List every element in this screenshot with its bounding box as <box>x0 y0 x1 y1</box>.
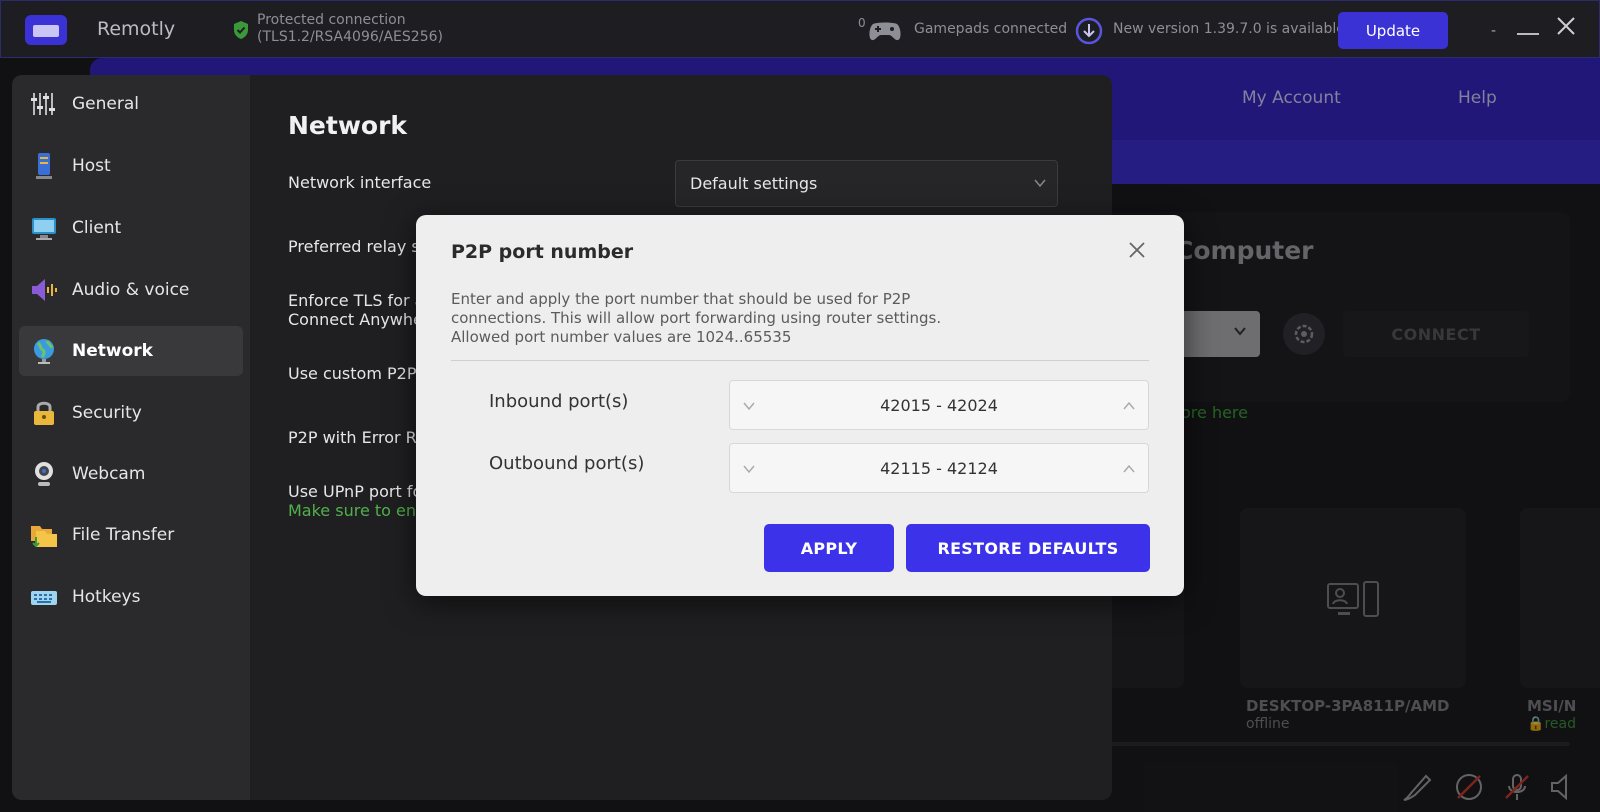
keyboard-icon <box>31 591 57 605</box>
sidebar-item-file-transfer[interactable]: File Transfer <box>19 510 243 560</box>
network-interface-label: Network interface <box>288 173 432 192</box>
network-interface-value: Default settings <box>690 174 818 193</box>
sliders-icon <box>31 93 55 115</box>
preferred-relay-label: Preferred relay s <box>288 237 420 256</box>
enforce-tls-label: Enforce TLS for a Connect Anywhe <box>288 291 425 329</box>
app-logo-icon <box>25 15 67 45</box>
gamepad-icon <box>869 22 901 41</box>
dialog-title: P2P port number <box>451 241 634 263</box>
sidebar-item-host[interactable]: Host <box>19 141 243 191</box>
minimize-button[interactable]: - <box>1491 23 1496 39</box>
chevron-down-icon[interactable] <box>742 399 756 413</box>
restore-defaults-button[interactable]: RESTORE DEFAULTS <box>906 524 1150 572</box>
sidebar-item-general[interactable]: General <box>19 79 243 129</box>
speaker-icon <box>32 279 57 301</box>
close-icon[interactable] <box>1129 242 1145 258</box>
chevron-down-icon[interactable] <box>742 462 756 476</box>
sidebar-item-audio-voice[interactable]: Audio & voice <box>19 265 243 315</box>
sidebar-item-label: Audio & voice <box>72 280 190 300</box>
sidebar-item-label: Security <box>72 403 142 423</box>
shield-check-icon <box>234 21 248 39</box>
p2p-port-dialog: P2P port number Enter and apply the port… <box>416 215 1184 596</box>
sidebar-item-label: Webcam <box>72 464 146 484</box>
dialog-description: Enter and apply the port number that sho… <box>451 290 942 346</box>
gamepads-count: 0 <box>858 16 866 30</box>
upnp-label: Use UPnP port fo <box>288 482 423 501</box>
close-window-icon[interactable] <box>1555 15 1577 37</box>
sidebar-item-label: General <box>72 94 139 114</box>
network-interface-select[interactable]: Default settings <box>675 160 1058 207</box>
globe-icon <box>34 339 54 364</box>
sidebar-item-hotkeys[interactable]: Hotkeys <box>19 572 243 622</box>
new-version-notice: New version 1.39.7.0 is available <box>1113 21 1345 37</box>
update-button[interactable]: Update <box>1338 12 1448 49</box>
sidebar-item-client[interactable]: Client <box>19 203 243 253</box>
divider <box>451 360 1149 361</box>
sidebar-item-security[interactable]: Security <box>19 388 243 438</box>
upnp-hint: Make sure to ena <box>288 501 426 520</box>
chevron-down-icon <box>1034 179 1046 188</box>
connection-status: Protected connection (TLS1.2/RSA4096/AES… <box>257 12 443 45</box>
inbound-port-stepper[interactable]: 42015 - 42024 <box>729 380 1149 430</box>
p2p-error-correction-label: P2P with Error R <box>288 428 417 447</box>
app-name: Remotly <box>97 18 176 40</box>
page-title: Network <box>288 111 408 140</box>
download-circle-icon[interactable] <box>1074 16 1104 46</box>
apply-button[interactable]: APPLY <box>764 524 894 572</box>
settings-sidebar: General Host Client Audio & voice Networ… <box>12 75 250 800</box>
folder-icon <box>31 526 57 548</box>
custom-p2p-label: Use custom P2P <box>288 364 417 383</box>
sidebar-item-webcam[interactable]: Webcam <box>19 449 243 499</box>
sidebar-item-label: Network <box>72 341 153 361</box>
sidebar-item-label: Host <box>72 156 111 176</box>
lock-icon <box>34 401 54 425</box>
inbound-port-label: Inbound port(s) <box>489 391 629 412</box>
maximize-button[interactable] <box>1517 33 1539 35</box>
sidebar-item-network[interactable]: Network <box>19 326 243 376</box>
title-bar: Remotly Protected connection (TLS1.2/RSA… <box>0 0 1600 58</box>
chevron-up-icon[interactable] <box>1122 399 1136 413</box>
inbound-port-value[interactable]: 42015 - 42024 <box>730 381 1148 429</box>
sidebar-item-label: Client <box>72 218 122 238</box>
chevron-up-icon[interactable] <box>1122 462 1136 476</box>
gamepads-status: Gamepads connected <box>914 21 1068 37</box>
outbound-port-value[interactable]: 42115 - 42124 <box>730 444 1148 492</box>
monitor-icon <box>32 218 56 240</box>
outbound-port-stepper[interactable]: 42115 - 42124 <box>729 443 1149 493</box>
sidebar-item-label: Hotkeys <box>72 587 141 607</box>
webcam-icon <box>35 462 53 486</box>
sidebar-item-label: File Transfer <box>72 525 175 545</box>
server-icon <box>36 153 52 179</box>
outbound-port-label: Outbound port(s) <box>489 453 645 474</box>
